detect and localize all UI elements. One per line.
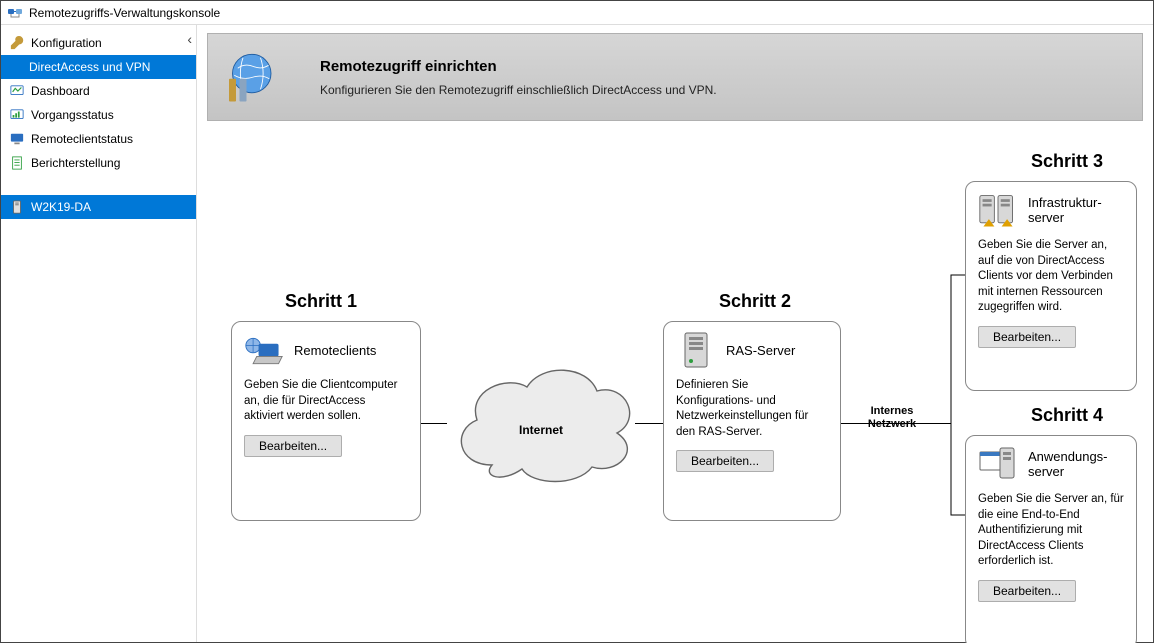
step3-title: Infrastruktur- server [1028,196,1102,226]
nav-item-berichterstellung[interactable]: Berichterstellung [1,151,196,175]
step1-edit-button[interactable]: Bearbeiten... [244,435,342,457]
step2-edit-button[interactable]: Bearbeiten... [676,450,774,472]
nav-item-vorgangsstatus[interactable]: Vorgangsstatus [1,103,196,127]
content: Remotezugriff einrichten Konfigurieren S… [197,25,1153,642]
step2-card: RAS-Server Definieren Sie Konfigurations… [663,321,841,521]
step4-edit-button[interactable]: Bearbeiten... [978,580,1076,602]
step4-heading: Schritt 4 [1007,405,1127,426]
globe-icon [220,47,280,107]
client-icon [244,334,284,368]
step2-description: Definieren Sie Konfigurations- und Netzw… [676,378,828,440]
step1-card: Remoteclients Geben Sie die Clientcomput… [231,321,421,521]
step4-description: Geben Sie die Server an, für die eine En… [978,492,1124,570]
monitor-icon [9,131,25,147]
status-icon [9,107,25,123]
step1-heading: Schritt 1 [261,291,381,312]
infrastructure-server-icon [978,194,1018,228]
diagram: Internes Netzwerk Internet Schritt 1 [207,125,1143,636]
nav-label: Konfiguration [31,36,102,50]
step3-edit-button[interactable]: Bearbeiten... [978,326,1076,348]
nav-item-directaccess-vpn[interactable]: DirectAccess und VPN [1,55,196,79]
nav-label: Dashboard [31,84,90,98]
server-icon [9,199,25,215]
step2-heading: Schritt 2 [695,291,815,312]
dashboard-icon [9,83,25,99]
nav-label: Berichterstellung [31,156,120,170]
step1-title: Remoteclients [294,344,376,359]
nav-label: Remoteclientstatus [31,132,133,146]
nav-item-konfiguration[interactable]: Konfiguration [1,31,196,55]
report-icon [9,155,25,171]
app-icon [7,5,23,21]
network-label-line2: Netzwerk [868,418,916,430]
titlebar: Remotezugriffs-Verwaltungskonsole [1,1,1153,25]
application-server-icon [978,448,1018,482]
body: ‹ Konfiguration DirectAccess und VPN Das… [1,25,1153,642]
header-band: Remotezugriff einrichten Konfigurieren S… [207,33,1143,121]
sidebar: ‹ Konfiguration DirectAccess und VPN Das… [1,25,197,642]
step4-title: Anwendungs- server [1028,450,1108,480]
network-label-line1: Internes [871,405,914,417]
nav-item-server[interactable]: W2K19-DA [1,195,196,219]
header-title: Remotezugriff einrichten [320,58,717,75]
nav-item-dashboard[interactable]: Dashboard [1,79,196,103]
nav-label: Vorgangsstatus [31,108,114,122]
step3-heading: Schritt 3 [1007,151,1127,172]
nav-item-remoteclientstatus[interactable]: Remoteclientstatus [1,127,196,151]
wrench-icon [9,35,25,51]
window-title: Remotezugriffs-Verwaltungskonsole [29,6,220,20]
step2-title: RAS-Server [726,344,795,359]
ras-server-icon [676,334,716,368]
step4-card: Anwendungs- server Geben Sie die Server … [965,435,1137,643]
nav-label: DirectAccess und VPN [29,60,150,74]
step3-description: Geben Sie die Server an, auf die von Dir… [978,238,1124,316]
window: Remotezugriffs-Verwaltungskonsole ‹ Konf… [0,0,1154,643]
nav-label: W2K19-DA [31,200,91,214]
step1-description: Geben Sie die Clientcomputer an, die für… [244,378,408,425]
network-label: Internes Netzwerk [857,405,927,431]
cloud-label-text: Internet [447,423,635,437]
step3-card: Infrastruktur- server Geben Sie die Serv… [965,181,1137,391]
sidebar-collapse-toggle[interactable]: ‹ [187,31,192,47]
header-text: Remotezugriff einrichten Konfigurieren S… [320,58,717,97]
header-description: Konfigurieren Sie den Remotezugriff eins… [320,83,717,97]
